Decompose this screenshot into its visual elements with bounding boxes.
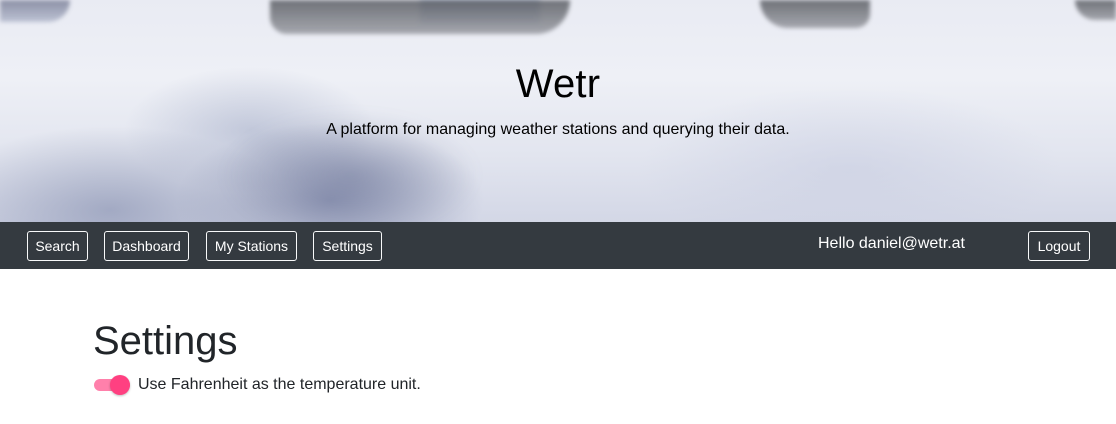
app-subtitle: A platform for managing weather stations… <box>326 121 790 138</box>
nav-my-stations-button[interactable]: My Stations <box>206 231 297 261</box>
fahrenheit-setting-label: Use Fahrenheit as the temperature unit. <box>138 376 421 393</box>
nav-settings-button[interactable]: Settings <box>313 231 382 261</box>
hero-banner: Wetr A platform for managing weather sta… <box>0 0 1116 222</box>
hero-background-mountain <box>760 0 870 28</box>
fahrenheit-setting-row: Use Fahrenheit as the temperature unit. <box>94 374 421 396</box>
hero-background-mountain <box>1075 0 1116 20</box>
page-title: Settings <box>93 319 238 363</box>
logout-button[interactable]: Logout <box>1028 231 1090 261</box>
navbar: Search Dashboard My Stations Settings He… <box>0 222 1116 269</box>
hero-background-rock <box>0 0 70 22</box>
fahrenheit-toggle[interactable] <box>94 374 130 396</box>
nav-search-button[interactable]: Search <box>27 231 88 261</box>
app-title: Wetr <box>515 62 601 106</box>
hero-background-mountain <box>270 0 570 34</box>
toggle-knob <box>110 375 130 395</box>
nav-dashboard-button[interactable]: Dashboard <box>104 231 189 261</box>
user-greeting: Hello daniel@wetr.at <box>818 235 965 252</box>
